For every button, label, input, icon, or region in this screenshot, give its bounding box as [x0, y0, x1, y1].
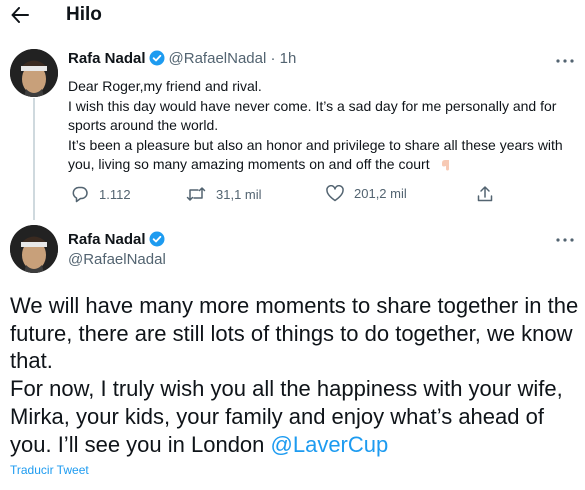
more-dots-icon [556, 59, 574, 63]
like-button[interactable]: 201,2 mil [326, 185, 407, 202]
reply-count: 1.112 [99, 186, 131, 202]
tweet-line: I wish this day would have never come. I… [68, 97, 557, 134]
point-down-hand-icon [441, 160, 449, 171]
author-handle[interactable]: @RafaelNadal [68, 251, 166, 268]
retweet-icon [186, 187, 206, 201]
page-title: Hilo [66, 4, 102, 25]
verified-badge-icon [149, 50, 165, 71]
heart-icon [326, 185, 344, 202]
share-button[interactable] [476, 185, 494, 203]
avatar[interactable] [10, 49, 58, 97]
tweet-author: Rafa Nadal [68, 231, 165, 252]
tweet-paragraph: For now, I truly wish you all the happin… [10, 376, 563, 457]
retweet-count: 31,1 mil [216, 186, 262, 202]
more-options-button[interactable] [554, 233, 576, 247]
verified-badge-icon [149, 231, 165, 252]
arrow-left-icon [11, 7, 29, 23]
thread-line [33, 98, 35, 220]
author-name[interactable]: Rafa Nadal [68, 231, 146, 248]
more-options-button[interactable] [554, 54, 576, 68]
share-icon [477, 186, 493, 202]
reply-button[interactable]: 1.112 [71, 185, 131, 203]
tweet-text: Dear Roger,my friend and rival. I wish t… [68, 77, 573, 175]
back-button[interactable] [6, 2, 34, 28]
like-count: 201,2 mil [354, 186, 407, 201]
avatar[interactable] [10, 225, 58, 273]
tweet-text: We will have many more moments to share … [10, 292, 580, 458]
tweet-actions: 1.112 31,1 mil 201,2 mil [68, 185, 508, 205]
thread-header: Hilo [0, 0, 585, 32]
retweet-button[interactable]: 31,1 mil [186, 185, 262, 203]
tweet-line: Dear Roger,my friend and rival. [68, 78, 262, 94]
translate-tweet-link[interactable]: Traducir Tweet [10, 463, 89, 477]
more-dots-icon [556, 238, 574, 242]
tweet-paragraph: We will have many more moments to share … [10, 293, 579, 374]
reply-icon [72, 186, 88, 203]
author-handle-time[interactable]: @RafaelNadal · 1h [169, 50, 297, 67]
mention-link[interactable]: @LaverCup [271, 432, 389, 457]
tweet-line: It’s been a pleasure but also an honor a… [68, 136, 563, 173]
tweet-header: Rafa Nadal @RafaelNadal · 1h [68, 50, 296, 71]
author-name[interactable]: Rafa Nadal [68, 50, 146, 67]
